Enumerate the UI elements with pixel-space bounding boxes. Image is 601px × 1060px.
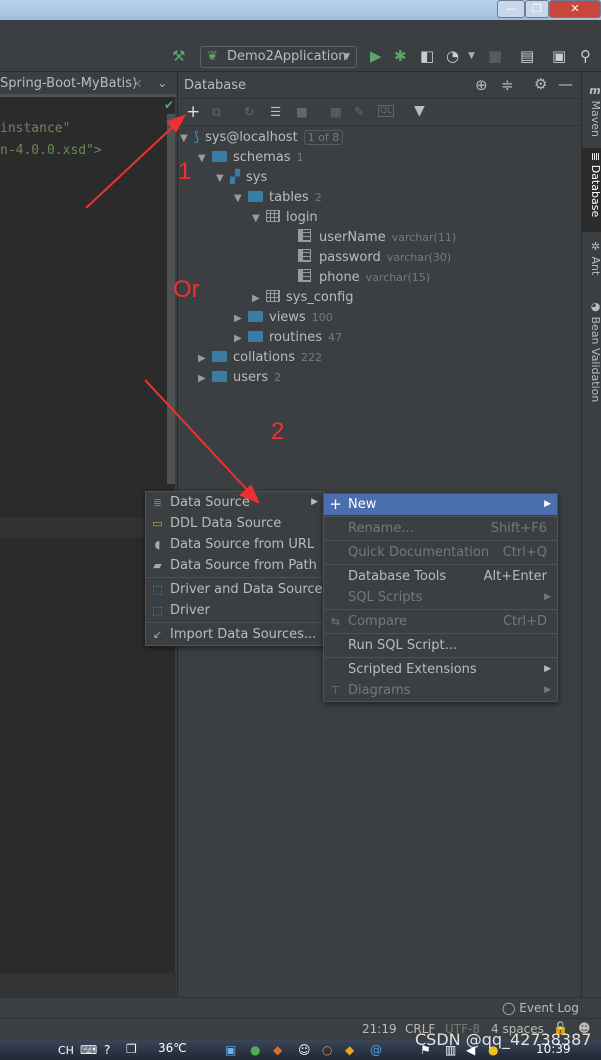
- event-log-label: Event Log: [519, 1001, 579, 1015]
- tray-icon[interactable]: ◆: [273, 1043, 282, 1057]
- arrow-2: [144, 379, 253, 496]
- annotation-label: 2: [271, 418, 285, 445]
- tray-icon[interactable]: ▣: [225, 1043, 236, 1057]
- annotation-label: Or: [173, 276, 200, 303]
- qq-icon[interactable]: ☺: [298, 1043, 311, 1057]
- arrow-2-head: [239, 484, 260, 504]
- wechat-icon[interactable]: ●: [250, 1043, 260, 1057]
- window-icon[interactable]: ❐: [126, 1042, 137, 1056]
- caret-position[interactable]: 21:19: [362, 1022, 397, 1036]
- watermark: CSDN @qq_42738387: [415, 1030, 592, 1049]
- tray-icon[interactable]: ○: [322, 1043, 332, 1057]
- language-indicator[interactable]: CH: [58, 1044, 74, 1057]
- annotation-arrows: [85, 114, 260, 504]
- temperature: 36℃: [158, 1041, 187, 1055]
- annotation-label: 1: [178, 158, 192, 185]
- event-log-icon: ◯: [502, 1001, 516, 1015]
- keyboard-icon[interactable]: ⌨: [80, 1043, 97, 1057]
- tray-icon[interactable]: ◆: [345, 1043, 354, 1057]
- help-icon[interactable]: ?: [104, 1043, 110, 1057]
- tray-icon[interactable]: @: [370, 1043, 382, 1057]
- event-log-button[interactable]: ◯ Event Log: [502, 1001, 579, 1015]
- tool-window-bar: ◯ Event Log: [0, 997, 601, 1018]
- arrow-1: [85, 121, 179, 209]
